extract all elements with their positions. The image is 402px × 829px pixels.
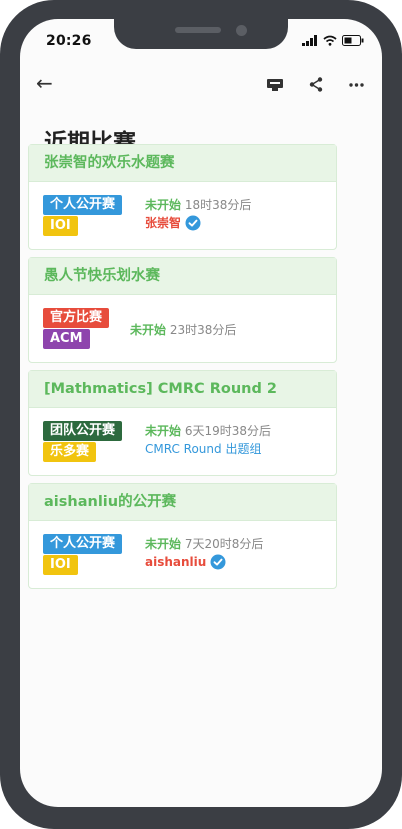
battery-icon [342,35,364,46]
contest-list: 张崇智的欢乐水题赛 个人公开赛 IOI 未开始 18时38分后 张崇智 愚人节快… [28,144,337,596]
contest-remaining: 23时38分后 [169,323,237,337]
contest-remaining: 18时38分后 [184,198,252,212]
contest-card[interactable]: 张崇智的欢乐水题赛 个人公开赛 IOI 未开始 18时38分后 张崇智 [28,144,337,250]
back-arrow-icon[interactable]: ← [36,73,53,93]
contest-status: 未开始 [145,198,182,212]
contest-type-tag: 个人公开赛 [43,195,123,215]
status-icons [302,35,364,46]
contest-body: 官方比赛 ACM 未开始 23时38分后 [29,295,336,362]
status-time: 20:26 [46,33,92,49]
contest-card[interactable]: aishanliu的公开赛 个人公开赛 IOI 未开始 7天20时8分后 ais… [28,483,337,589]
contest-type-tag: 个人公开赛 [43,534,123,554]
contest-tags: 个人公开赛 IOI [43,534,123,576]
contest-status: 未开始 [130,323,167,337]
contest-rule-tag: 乐多赛 [43,442,97,462]
contest-title[interactable]: 张崇智的欢乐水题赛 [29,145,336,182]
verified-badge-icon [185,215,201,231]
phone-notch [114,19,288,49]
contest-body: 个人公开赛 IOI 未开始 18时38分后 张崇智 [29,182,336,249]
contest-author: 张崇智 [145,214,251,232]
contest-info: 未开始 18时38分后 张崇智 [145,196,251,232]
contest-status: 未开始 [145,424,182,438]
contest-body: 个人公开赛 IOI 未开始 7天20时8分后 aishanliu [29,521,336,588]
contest-tags: 个人公开赛 IOI [43,195,123,237]
contest-body: 团队公开赛 乐多赛 未开始 6天19时38分后 CMRC Round 出题组 [29,408,336,475]
contest-tags: 官方比赛 ACM [43,308,110,350]
camera [236,25,247,36]
ticket-icon[interactable] [267,78,283,91]
speaker [175,27,221,33]
contest-type-tag: 官方比赛 [43,308,110,328]
contest-author: aishanliu [145,553,263,571]
author-name[interactable]: aishanliu [145,553,206,571]
contest-rule-tag: ACM [43,329,90,349]
verified-badge-icon [210,554,226,570]
wifi-icon [323,35,337,46]
author-name[interactable]: 张崇智 [145,214,181,232]
contest-rule-tag: IOI [43,555,78,575]
nav-bar: ← [20,67,382,111]
contest-title[interactable]: 愚人节快乐划水赛 [29,258,336,295]
contest-info: 未开始 7天20时8分后 aishanliu [145,535,263,571]
nav-actions [267,77,364,92]
contest-author: CMRC Round 出题组 [145,440,271,458]
contest-info: 未开始 23时38分后 [130,321,236,339]
contest-remaining: 7天20时8分后 [184,537,264,551]
contest-title[interactable]: aishanliu的公开赛 [29,484,336,521]
contest-type-tag: 团队公开赛 [43,421,123,441]
contest-remaining: 6天19时38分后 [184,424,272,438]
contest-info: 未开始 6天19时38分后 CMRC Round 出题组 [145,422,271,458]
contest-status: 未开始 [145,537,182,551]
more-icon[interactable] [349,82,364,87]
contest-card[interactable]: 愚人节快乐划水赛 官方比赛 ACM 未开始 23时38分后 [28,257,337,363]
signal-icon [302,35,317,46]
contest-card[interactable]: [Mathmatics] CMRC Round 2 团队公开赛 乐多赛 未开始 … [28,370,337,476]
contest-tags: 团队公开赛 乐多赛 [43,421,123,463]
contest-title[interactable]: [Mathmatics] CMRC Round 2 [29,371,336,408]
contest-rule-tag: IOI [43,216,78,236]
author-name[interactable]: CMRC Round 出题组 [145,440,261,458]
share-icon[interactable] [309,77,323,92]
